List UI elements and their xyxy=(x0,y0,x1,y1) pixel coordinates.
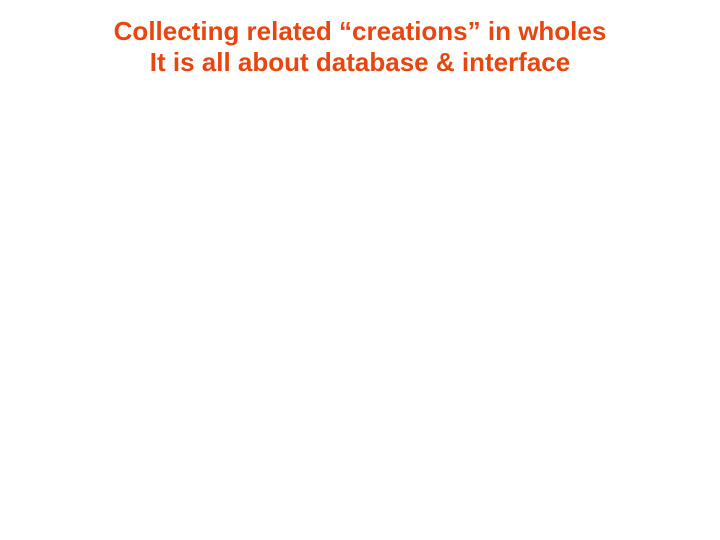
title-line-2: It is all about database & interface xyxy=(0,47,720,78)
slide-container: Collecting related “creations” in wholes… xyxy=(0,0,720,540)
title-line-1: Collecting related “creations” in wholes xyxy=(0,16,720,47)
